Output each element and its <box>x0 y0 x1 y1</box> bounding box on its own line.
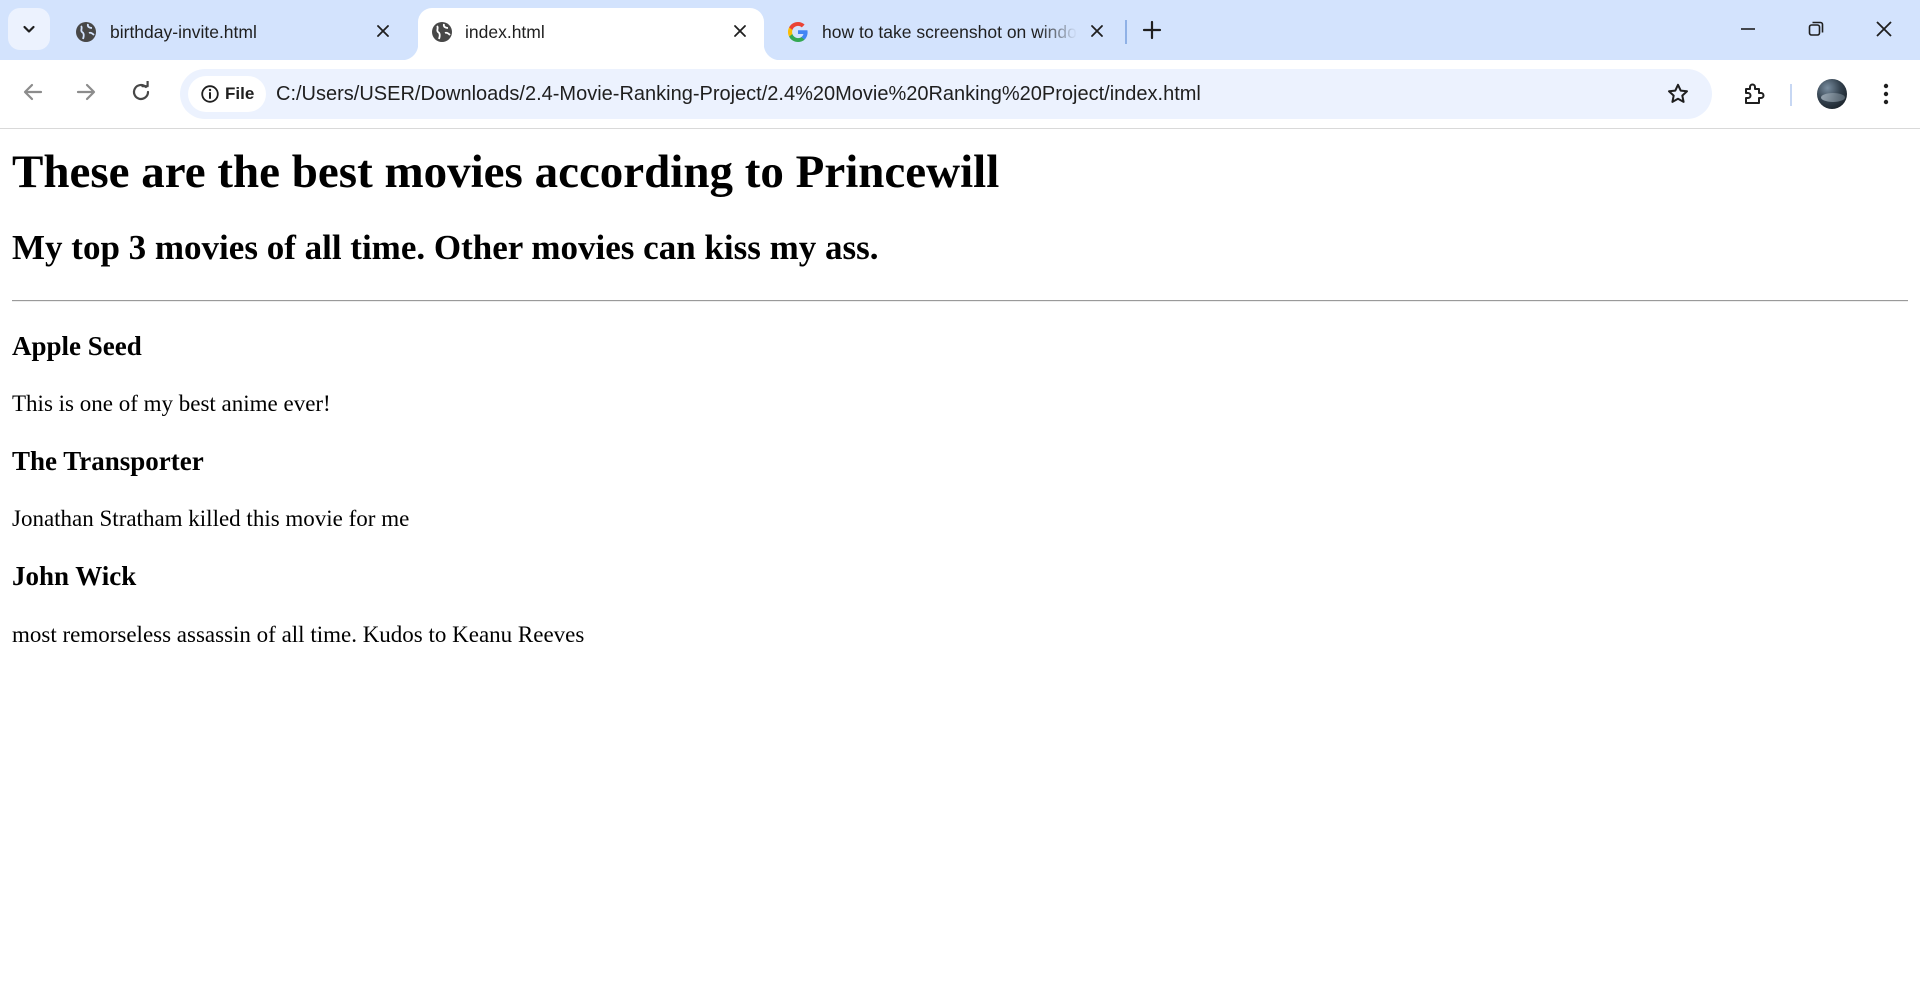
arrow-left-icon <box>23 83 43 101</box>
page-heading: These are the best movies according to P… <box>12 146 1000 198</box>
extensions-button[interactable] <box>1734 74 1774 114</box>
movie-title: Apple Seed <box>12 331 142 361</box>
close-window-button[interactable] <box>1850 0 1918 58</box>
site-info-label: File <box>225 84 255 103</box>
toolbar: File C:/Users/USER/Downloads/2.4-Movie-R… <box>0 60 1920 129</box>
tab-title: index.html <box>465 22 545 42</box>
arrow-right-icon <box>76 83 96 101</box>
browser-menu-button[interactable] <box>1868 74 1904 114</box>
star-icon <box>1668 83 1688 103</box>
info-icon <box>201 85 219 103</box>
close-tab-button[interactable] <box>1084 18 1110 44</box>
reload-icon <box>132 81 150 101</box>
tab-strip: birthday-invite.html index.html how to t… <box>0 0 1920 60</box>
globe-icon <box>76 22 96 42</box>
site-info-chip[interactable]: File <box>188 76 266 112</box>
minimize-icon <box>1741 28 1755 30</box>
toolbar-separator <box>1790 84 1792 106</box>
close-tab-button[interactable] <box>727 18 753 44</box>
tab-title: how to take screenshot on windows <box>822 22 1077 42</box>
globe-icon <box>432 22 452 42</box>
close-tab-button[interactable] <box>370 18 396 44</box>
google-icon <box>788 22 808 42</box>
restore-button[interactable] <box>1782 0 1850 58</box>
minimize-button[interactable] <box>1714 0 1782 58</box>
profile-avatar[interactable] <box>1817 79 1847 109</box>
movie-title: John Wick <box>12 561 137 591</box>
puzzle-icon <box>1745 83 1765 104</box>
close-icon <box>1876 21 1892 37</box>
movie-description: most remorseless assassin of all time. K… <box>12 622 585 647</box>
forward-button[interactable] <box>66 72 106 112</box>
restore-icon <box>1808 21 1824 36</box>
url-text[interactable]: C:/Users/USER/Downloads/2.4-Movie-Rankin… <box>276 82 1201 106</box>
chevron-down-icon <box>23 25 35 33</box>
movie-title: The Transporter <box>12 446 204 476</box>
new-tab-button[interactable] <box>1134 12 1170 48</box>
bookmark-button[interactable] <box>1660 76 1696 112</box>
movie-description: Jonathan Stratham killed this movie for … <box>12 506 410 531</box>
web-page-content: These are the best movies according to P… <box>0 129 1920 1008</box>
close-icon <box>377 25 389 37</box>
tab-separator <box>1125 20 1127 44</box>
close-icon <box>1091 25 1103 37</box>
back-button[interactable] <box>13 72 53 112</box>
tab-title: birthday-invite.html <box>110 22 257 42</box>
tab-index[interactable]: index.html <box>402 8 780 60</box>
tab-birthday-invite[interactable]: birthday-invite.html <box>52 8 410 60</box>
divider <box>12 300 1908 302</box>
tab-google-search[interactable]: how to take screenshot on windows <box>772 8 1120 60</box>
address-bar[interactable]: File C:/Users/USER/Downloads/2.4-Movie-R… <box>180 69 1712 119</box>
close-icon <box>734 25 746 37</box>
page-subheading: My top 3 movies of all time. Other movie… <box>12 228 879 267</box>
plus-icon <box>1142 20 1162 40</box>
more-vertical-icon <box>1883 83 1889 105</box>
tab-search-button[interactable] <box>8 8 50 50</box>
reload-button[interactable] <box>121 72 161 112</box>
movie-description: This is one of my best anime ever! <box>12 391 331 416</box>
